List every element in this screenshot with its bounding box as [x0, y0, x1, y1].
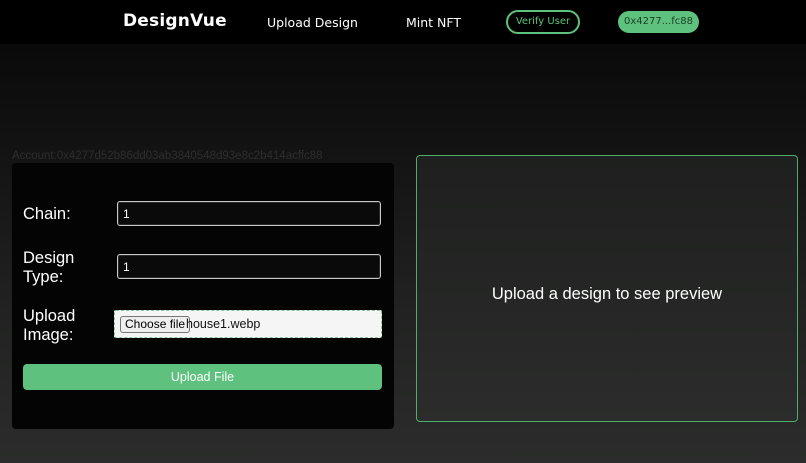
design-type-label: Design Type: — [23, 249, 75, 286]
top-navbar: DesignVue Upload Design Mint NFT Verify … — [0, 0, 806, 44]
selected-file-name: house1.webp — [186, 317, 261, 331]
verify-user-button[interactable]: Verify User — [506, 10, 580, 34]
brand-logo[interactable]: DesignVue — [123, 11, 227, 31]
file-input[interactable]: Choose file house1.webp — [114, 310, 382, 338]
wallet-address-button[interactable]: 0x4277...fc88 — [618, 11, 699, 33]
choose-file-button[interactable]: Choose file — [120, 316, 191, 333]
upload-file-button[interactable]: Upload File — [23, 364, 382, 390]
account-address-text: Account:0x4277d52b86dd03ab3840548d93e8c2… — [12, 150, 323, 162]
preview-placeholder-text: Upload a design to see preview — [491, 285, 723, 303]
chain-input[interactable] — [117, 201, 381, 226]
nav-link-upload-design[interactable]: Upload Design — [267, 15, 358, 30]
nav-link-mint-nft[interactable]: Mint NFT — [406, 15, 461, 30]
upload-form-panel: Chain: DesignType: UploadImage: Choose f… — [12, 163, 394, 429]
design-type-input[interactable] — [117, 254, 381, 279]
upload-image-label: Upload Image: — [23, 307, 76, 344]
chain-label: Chain: — [23, 205, 71, 223]
design-preview-panel: Upload a design to see preview — [416, 155, 798, 422]
